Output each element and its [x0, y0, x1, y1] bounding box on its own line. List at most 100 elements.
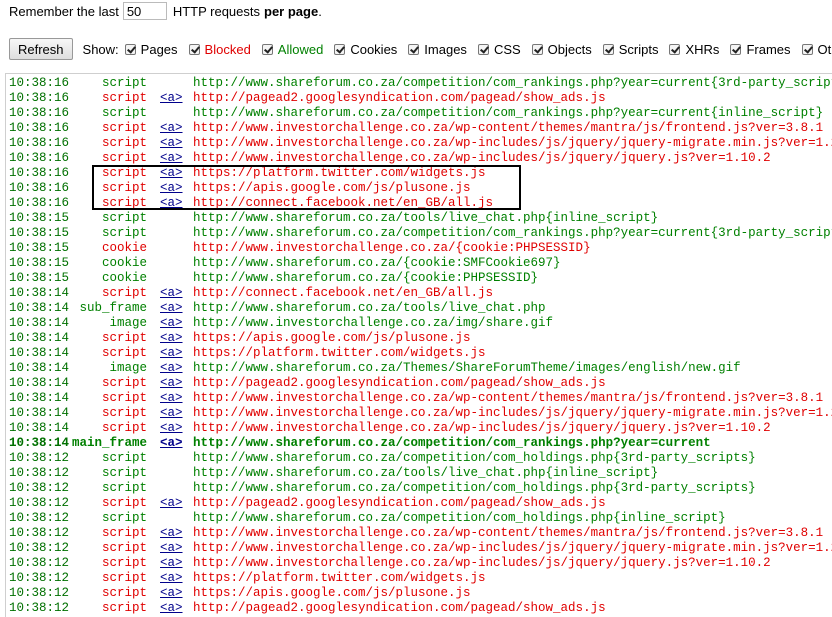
log-type: script	[9, 286, 147, 301]
log-anchor-link[interactable]: <a>	[160, 601, 183, 616]
xhrs-label: XHRs	[685, 42, 719, 57]
log-url: http://pagead2.googlesyndication.com/pag…	[193, 376, 606, 391]
filter-frames[interactable]: Frames	[730, 42, 790, 57]
filter-allowed[interactable]: Allowed	[262, 42, 324, 57]
log-row: 10:38:16script<a>https://platform.twitte…	[9, 166, 832, 181]
filter-css[interactable]: CSS	[478, 42, 521, 57]
refresh-button[interactable]: Refresh	[9, 38, 73, 60]
images-label: Images	[424, 42, 467, 57]
log-type: image	[9, 316, 147, 331]
log-anchor-link[interactable]: <a>	[160, 541, 183, 556]
log-type: script	[9, 91, 147, 106]
xhrs-checkbox[interactable]	[669, 44, 680, 55]
blocked-label: Blocked	[205, 42, 251, 57]
filter-pages[interactable]: Pages	[125, 42, 178, 57]
filter-images[interactable]: Images	[408, 42, 467, 57]
filter-objects[interactable]: Objects	[532, 42, 592, 57]
log-url: http://pagead2.googlesyndication.com/pag…	[193, 91, 606, 106]
blocked-checkbox[interactable]	[189, 44, 200, 55]
log-row: 10:38:14script<a>http://www.investorchal…	[9, 421, 832, 436]
log-anchor-link[interactable]: <a>	[160, 526, 183, 541]
others-checkbox[interactable]	[802, 44, 813, 55]
log-url: https://platform.twitter.com/widgets.js	[193, 346, 486, 361]
log-type: script	[9, 406, 147, 421]
request-log[interactable]: 10:38:16scripthttp://www.shareforum.co.z…	[5, 73, 832, 617]
log-anchor-link[interactable]: <a>	[160, 286, 183, 301]
objects-checkbox[interactable]	[532, 44, 543, 55]
filter-xhrs[interactable]: XHRs	[669, 42, 719, 57]
log-type: script	[9, 541, 147, 556]
log-anchor-link[interactable]: <a>	[160, 361, 183, 376]
log-row: 10:38:14script<a>https://platform.twitte…	[9, 346, 832, 361]
allowed-checkbox[interactable]	[262, 44, 273, 55]
log-row: 10:38:14script<a>http://pagead2.googlesy…	[9, 376, 832, 391]
log-anchor-link[interactable]: <a>	[160, 316, 183, 331]
log-anchor-link[interactable]: <a>	[160, 586, 183, 601]
log-type: cookie	[9, 241, 147, 256]
filter-cookies[interactable]: Cookies	[334, 42, 397, 57]
log-anchor-link[interactable]: <a>	[160, 196, 183, 211]
log-url: https://apis.google.com/js/plusone.js	[193, 586, 471, 601]
log-type: script	[9, 601, 147, 616]
images-checkbox[interactable]	[408, 44, 419, 55]
log-anchor-link[interactable]: <a>	[160, 151, 183, 166]
log-type: script	[9, 571, 147, 586]
log-type: cookie	[9, 271, 147, 286]
log-row: 10:38:14script<a>https://apis.google.com…	[9, 331, 832, 346]
log-anchor-link[interactable]: <a>	[160, 571, 183, 586]
log-row: 10:38:16scripthttp://www.shareforum.co.z…	[9, 106, 832, 121]
pages-checkbox[interactable]	[125, 44, 136, 55]
log-row: 10:38:14sub_frame<a>http://www.shareforu…	[9, 301, 832, 316]
log-row: 10:38:14image<a>http://www.shareforum.co…	[9, 361, 832, 376]
log-type: script	[9, 331, 147, 346]
log-anchor-link[interactable]: <a>	[160, 391, 183, 406]
cookies-checkbox[interactable]	[334, 44, 345, 55]
log-anchor-link[interactable]: <a>	[160, 301, 183, 316]
log-anchor-link[interactable]: <a>	[160, 556, 183, 571]
log-row: 10:38:12script<a>http://pagead2.googlesy…	[9, 496, 832, 511]
log-row: 10:38:14main_frame<a>http://www.sharefor…	[9, 436, 832, 451]
log-anchor-link[interactable]: <a>	[160, 436, 183, 451]
log-anchor-link[interactable]: <a>	[160, 136, 183, 151]
log-url: http://www.shareforum.co.za/competition/…	[193, 226, 832, 241]
request-log-list: 10:38:16scripthttp://www.shareforum.co.z…	[6, 74, 832, 616]
log-row: 10:38:16script<a>http://www.investorchal…	[9, 121, 832, 136]
css-checkbox[interactable]	[478, 44, 489, 55]
filter-others[interactable]: Others	[802, 42, 832, 57]
remember-bold: per page	[264, 4, 318, 19]
scripts-checkbox[interactable]	[603, 44, 614, 55]
log-anchor-link[interactable]: <a>	[160, 91, 183, 106]
objects-label: Objects	[548, 42, 592, 57]
log-anchor-link[interactable]: <a>	[160, 121, 183, 136]
log-row: 10:38:15scripthttp://www.shareforum.co.z…	[9, 226, 832, 241]
log-type: script	[9, 586, 147, 601]
log-anchor-link[interactable]: <a>	[160, 376, 183, 391]
log-anchor-link[interactable]: <a>	[160, 496, 183, 511]
show-label: Show:	[83, 42, 119, 57]
filter-blocked[interactable]: Blocked	[189, 42, 251, 57]
remember-suffix: HTTP requests	[173, 4, 260, 19]
log-url: http://www.investorchallenge.co.za/wp-co…	[193, 121, 823, 136]
filter-scripts[interactable]: Scripts	[603, 42, 659, 57]
log-url: http://www.investorchallenge.co.za/wp-in…	[193, 136, 832, 151]
log-url: https://apis.google.com/js/plusone.js	[193, 181, 471, 196]
log-anchor-link[interactable]: <a>	[160, 421, 183, 436]
frames-label: Frames	[746, 42, 790, 57]
log-row: 10:38:14image<a>http://www.investorchall…	[9, 316, 832, 331]
log-type: script	[9, 496, 147, 511]
log-url: http://www.shareforum.co.za/tools/live_c…	[193, 466, 658, 481]
log-url: http://connect.facebook.net/en_GB/all.js	[193, 286, 493, 301]
log-anchor-link[interactable]: <a>	[160, 346, 183, 361]
frames-checkbox[interactable]	[730, 44, 741, 55]
remember-count-input[interactable]	[123, 2, 167, 20]
log-row: 10:38:16script<a>http://www.investorchal…	[9, 151, 832, 166]
log-url: http://www.shareforum.co.za/{cookie:SMFC…	[193, 256, 561, 271]
log-type: script	[9, 196, 147, 211]
log-anchor-link[interactable]: <a>	[160, 166, 183, 181]
log-anchor-link[interactable]: <a>	[160, 181, 183, 196]
log-anchor-link[interactable]: <a>	[160, 331, 183, 346]
log-anchor-link[interactable]: <a>	[160, 406, 183, 421]
log-row: 10:38:12script<a>https://apis.google.com…	[9, 586, 832, 601]
log-row: 10:38:15cookiehttp://www.shareforum.co.z…	[9, 271, 832, 286]
log-url: http://www.shareforum.co.za/competition/…	[193, 106, 823, 121]
